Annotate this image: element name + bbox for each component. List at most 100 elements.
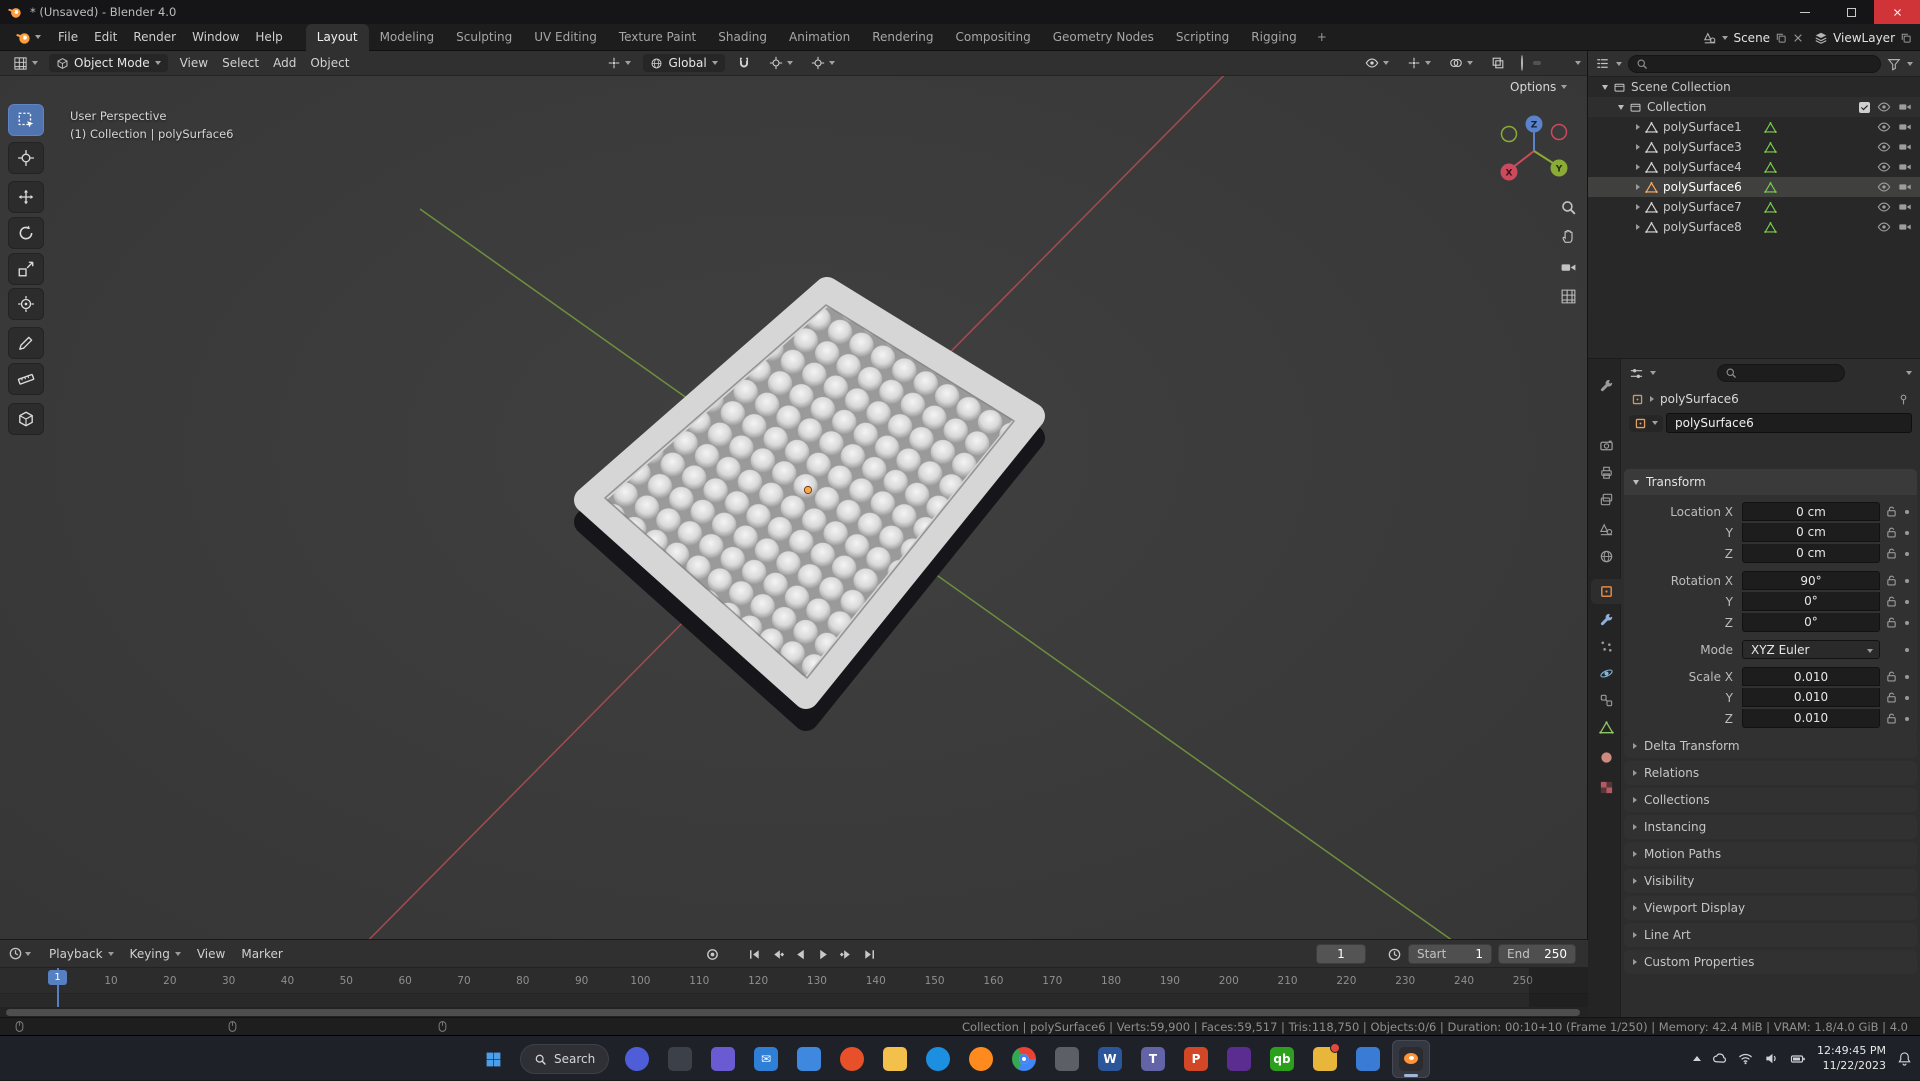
taskbar-app-icon[interactable]	[962, 1040, 1000, 1078]
taskbar-app-icon[interactable]	[1005, 1040, 1043, 1078]
playhead-label[interactable]: 1	[48, 970, 67, 985]
value-field[interactable]: XYZ Euler	[1742, 640, 1880, 659]
value-field[interactable]: 0 cm	[1742, 523, 1880, 542]
next-keyframe-button[interactable]	[836, 944, 856, 964]
tab-particles[interactable]	[1591, 634, 1621, 659]
taskbar-app-icon[interactable]	[1349, 1040, 1387, 1078]
tab-world[interactable]	[1591, 544, 1621, 569]
object-name-field[interactable]: polySurface6	[1666, 413, 1912, 433]
taskbar-app-icon[interactable]: T	[1134, 1040, 1172, 1078]
chevron-down-icon[interactable]	[1906, 371, 1912, 375]
taskbar-app-icon[interactable]	[1220, 1040, 1258, 1078]
taskbar-app-icon[interactable]: qb	[1263, 1040, 1301, 1078]
collection-checkbox[interactable]	[1859, 101, 1870, 113]
panel-section-header[interactable]: Collections	[1624, 788, 1917, 812]
tool-select-box[interactable]	[8, 104, 44, 136]
use-preview-range-button[interactable]	[1384, 944, 1404, 964]
play-reverse-button[interactable]	[790, 944, 810, 964]
volume-icon[interactable]	[1764, 1051, 1779, 1066]
collapse-icon[interactable]	[1618, 104, 1624, 110]
tab-physics[interactable]	[1591, 661, 1621, 686]
play-button[interactable]	[813, 944, 833, 964]
value-field[interactable]: 0°	[1742, 613, 1880, 632]
camera-view-button[interactable]	[1556, 255, 1580, 279]
tab-material[interactable]	[1591, 745, 1621, 770]
view-layer-selector[interactable]: ViewLayer	[1814, 31, 1912, 45]
panel-section-header[interactable]: Line Art	[1624, 923, 1917, 947]
workspace-tab[interactable]: Rendering	[861, 24, 944, 51]
workspace-tab[interactable]: Layout	[305, 23, 369, 51]
animate-dot[interactable]	[1905, 551, 1909, 556]
gizmo-minus-y-axis[interactable]	[1500, 125, 1518, 143]
timeline-menu-item[interactable]: Marker	[233, 944, 290, 964]
hidden-icons-chevron[interactable]	[1692, 1056, 1701, 1061]
frame-end-field[interactable]: End 250	[1498, 944, 1576, 964]
panel-section-header[interactable]: Custom Properties	[1624, 950, 1917, 974]
object-visibility-button[interactable]	[1359, 54, 1395, 72]
shading-dropdown-icon[interactable]	[1575, 61, 1581, 65]
minimize-button[interactable]	[1782, 0, 1828, 24]
disable-render-icon[interactable]	[1898, 100, 1912, 114]
lock-icon[interactable]	[1885, 505, 1898, 518]
hide-eye-icon[interactable]	[1877, 140, 1891, 154]
lock-icon[interactable]	[1885, 712, 1898, 725]
viewport-menu-item[interactable]: Object	[303, 53, 356, 73]
viewport-menu-item[interactable]: Select	[215, 53, 266, 73]
auto-keying-button[interactable]	[702, 944, 722, 964]
taskbar-app-icon[interactable]	[1048, 1040, 1086, 1078]
xray-toggle-button[interactable]	[1485, 54, 1511, 72]
tab-tool[interactable]	[1591, 373, 1621, 398]
filter-funnel-icon[interactable]	[1887, 57, 1901, 71]
chevron-down-icon[interactable]	[1616, 61, 1622, 66]
timeline-menu-item[interactable]: Keying	[122, 944, 189, 964]
hide-eye-icon[interactable]	[1877, 120, 1891, 134]
tool-rotate[interactable]	[8, 217, 44, 249]
outliner-editor-icon[interactable]	[1595, 56, 1610, 71]
lock-icon[interactable]	[1885, 616, 1898, 629]
animate-dot[interactable]	[1905, 674, 1909, 679]
jump-to-start-button[interactable]	[744, 944, 764, 964]
lock-icon[interactable]	[1885, 595, 1898, 608]
taskbar-clock[interactable]: 12:49:45 PM 11/22/2023	[1817, 1044, 1886, 1073]
value-field[interactable]: 0.010	[1742, 709, 1880, 728]
battery-icon[interactable]	[1790, 1051, 1806, 1067]
workspace-tab[interactable]: Rigging	[1240, 24, 1307, 51]
taskbar-app-icon[interactable]: W	[1091, 1040, 1129, 1078]
tab-object[interactable]	[1591, 579, 1621, 604]
scene-selector[interactable]: Scene	[1703, 31, 1804, 45]
navigation-gizmo[interactable]: Z X Y	[1494, 111, 1574, 191]
shading-wireframe-button[interactable]	[1517, 54, 1527, 72]
tab-view-layer[interactable]	[1591, 487, 1621, 512]
disable-render-icon[interactable]	[1898, 160, 1912, 174]
tool-add-cube[interactable]	[8, 403, 44, 435]
taskbar-app-icon[interactable]	[1392, 1040, 1430, 1078]
outliner-object-row[interactable]: polySurface8	[1588, 217, 1920, 237]
outliner-object-row[interactable]: polySurface7	[1588, 197, 1920, 217]
workspace-tab[interactable]: Animation	[778, 24, 861, 51]
timeline-menu-item[interactable]: View	[189, 944, 233, 964]
toggle-orthographic-button[interactable]	[1556, 284, 1580, 308]
animate-dot[interactable]	[1905, 647, 1909, 652]
expand-icon[interactable]	[1636, 184, 1640, 190]
value-field[interactable]: 90°	[1742, 571, 1880, 590]
menu-item[interactable]: Help	[247, 27, 290, 47]
panel-section-header[interactable]: Delta Transform	[1624, 734, 1917, 758]
workspace-tab[interactable]: Sculpting	[445, 24, 523, 51]
pivot-point-button[interactable]	[601, 54, 637, 72]
taskbar-app-icon[interactable]	[833, 1040, 871, 1078]
disable-render-icon[interactable]	[1898, 220, 1912, 234]
value-field[interactable]: 0 cm	[1742, 544, 1880, 563]
mode-selector[interactable]: Object Mode	[49, 54, 168, 72]
zoom-button[interactable]	[1556, 195, 1580, 219]
expand-icon[interactable]	[1636, 224, 1640, 230]
workspace-tab[interactable]: Modeling	[369, 24, 446, 51]
taskbar-app-icon[interactable]: P	[1177, 1040, 1215, 1078]
value-field[interactable]: 0.010	[1742, 667, 1880, 686]
chevron-down-icon[interactable]	[1907, 61, 1913, 66]
outliner-object-row[interactable]: polySurface3	[1588, 137, 1920, 157]
frame-start-field[interactable]: Start 1	[1408, 944, 1492, 964]
app-menu-button[interactable]	[8, 27, 49, 48]
taskbar-app-icon[interactable]	[919, 1040, 957, 1078]
expand-icon[interactable]	[1636, 124, 1640, 130]
hide-eye-icon[interactable]	[1877, 160, 1891, 174]
